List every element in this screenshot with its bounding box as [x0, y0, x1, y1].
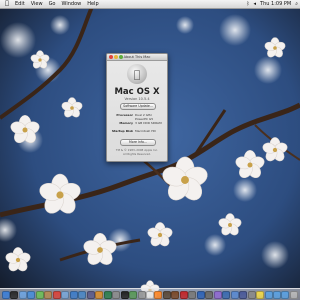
terminal-icon[interactable] [120, 290, 129, 299]
expose-icon[interactable] [230, 290, 239, 299]
info-value: Dual 2 GHz PowerPC G5 [135, 113, 154, 121]
info-label: Memory [119, 121, 133, 125]
window-title: About This Mac [123, 55, 151, 59]
safari-icon[interactable] [27, 290, 36, 299]
more-info-button[interactable]: More Info... [120, 139, 156, 146]
ical-icon[interactable] [52, 290, 61, 299]
menu-bar:  Edit View Go Window Help ᛒ ◂ Thu 1:09 … [0, 0, 300, 9]
os-name: Mac OS X [114, 87, 160, 97]
desktop:  Edit View Go Window Help ᛒ ◂ Thu 1:09 … [0, 0, 300, 300]
preview-icon[interactable] [61, 290, 70, 299]
trash-icon[interactable] [289, 290, 298, 299]
bluetooth-icon[interactable]: ᛒ [245, 0, 252, 8]
itunes-icon[interactable] [69, 290, 78, 299]
apple-logo-icon:  [127, 64, 147, 84]
system-preferences-icon[interactable] [112, 290, 121, 299]
spotlight-icon[interactable]: ⌕ [293, 0, 300, 8]
os-version: Version 10.5.4 [124, 97, 150, 101]
menu-item[interactable]: Go [46, 0, 59, 8]
mail-icon[interactable] [18, 290, 27, 299]
quicktime-icon[interactable] [196, 290, 205, 299]
menu-extras: ᛒ ◂ Thu 1:09 PM ⌕ [245, 0, 300, 8]
documents-icon[interactable] [273, 290, 281, 299]
stickies-icon[interactable] [256, 290, 265, 299]
textedit-icon[interactable] [145, 290, 154, 299]
font-book-icon[interactable] [188, 290, 197, 299]
menu-clock[interactable]: Thu 1:09 PM [258, 0, 293, 8]
menu-item[interactable]: Help [84, 0, 101, 8]
dock [0, 288, 300, 300]
ichat-icon[interactable] [35, 290, 44, 299]
calculator-icon[interactable] [154, 290, 163, 299]
address-book-icon[interactable] [44, 290, 53, 299]
menu-item[interactable]: View [28, 0, 46, 8]
finder-icon[interactable] [2, 290, 10, 299]
about-this-mac-window: About This Mac  Mac OS X Version 10.5.4… [106, 53, 168, 162]
chess-icon[interactable] [162, 290, 171, 299]
software-update-button[interactable]: Software Update... [120, 103, 156, 110]
applications-icon[interactable] [281, 290, 290, 299]
garageband-icon[interactable] [95, 290, 104, 299]
info-row-memory: Memory 3 GB DDR SDRAM [110, 121, 164, 126]
info-row-startup-disk: Startup Disk Macintosh HD [110, 129, 164, 134]
activity-monitor-icon[interactable] [129, 290, 138, 299]
dictionary-icon[interactable] [171, 290, 180, 299]
info-row-processor: Processor Dual 2 GHz PowerPC G5 [110, 113, 164, 121]
downloads-icon[interactable] [264, 290, 273, 299]
apple-menu-icon[interactable]:  [0, 0, 12, 8]
window-titlebar[interactable]: About This Mac [107, 54, 167, 61]
time-machine-icon[interactable] [103, 290, 112, 299]
spaces-icon[interactable] [222, 290, 231, 299]
photo-booth-icon[interactable] [179, 290, 188, 299]
iphoto-icon[interactable] [78, 290, 87, 299]
console-icon[interactable] [247, 290, 256, 299]
grapher-icon[interactable] [239, 290, 248, 299]
info-label: Startup Disk [111, 129, 133, 133]
disk-utility-icon[interactable] [137, 290, 146, 299]
info-label: Processor [116, 113, 133, 117]
rights-line: All Rights Reserved. [123, 152, 151, 156]
menu-item[interactable]: Window [59, 0, 85, 8]
image-capture-icon[interactable] [205, 290, 214, 299]
imovie-icon[interactable] [86, 290, 95, 299]
menu-item[interactable]: Edit [12, 0, 28, 8]
dashboard-icon[interactable] [10, 290, 19, 299]
info-value: 3 GB DDR SDRAM [135, 121, 162, 125]
info-value: Macintosh HD [135, 129, 156, 133]
front-row-icon[interactable] [213, 290, 222, 299]
